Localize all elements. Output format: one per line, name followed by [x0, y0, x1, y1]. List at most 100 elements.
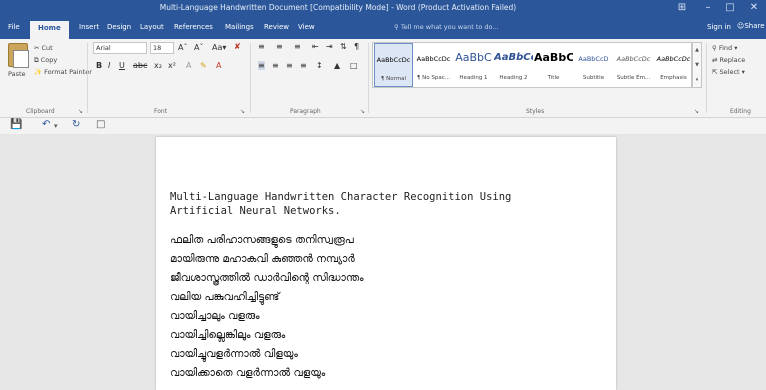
save-icon[interactable]: 💾 [10, 119, 22, 130]
format-painter-button[interactable]: ✨ Format Painter [34, 68, 92, 76]
ribbon-home: Paste ✂ Cut ⧉ Copy ✨ Format Painter Clip… [0, 39, 766, 118]
style-subtle-emphasis[interactable]: AaBbCcDc Subtle Em... [614, 43, 653, 87]
line-spacing-icon[interactable]: ↕ [316, 61, 323, 70]
maximize-button[interactable]: □ [722, 2, 738, 13]
styles-group-label: Styles [526, 108, 545, 115]
style-name: Heading 1 [459, 75, 488, 81]
copy-label: Copy [40, 56, 58, 64]
document-line: വായിച്ചാലും വളരും [170, 310, 260, 322]
editing-group-label: Editing [730, 108, 751, 115]
document-line: മായിരുന്നു മഹാകവി കുഞ്ഞൻ നമ്പ്യാർ [170, 253, 355, 265]
align-left-icon[interactable]: ≡ [258, 61, 265, 70]
close-button[interactable]: ✕ [746, 2, 762, 13]
share-button[interactable]: ☺Share [737, 22, 765, 30]
document-line: വായിച്ചില്ലെങ്കിലും വളരും [170, 329, 286, 341]
document-title: Multi-Language Handwritten Character Rec… [170, 191, 512, 217]
document-canvas: Multi-Language Handwritten Character Rec… [0, 134, 766, 390]
align-right-icon[interactable]: ≡ [286, 61, 293, 70]
quick-access-toolbar: 💾 ↶ ▾ ↻ □ [0, 118, 766, 134]
styles-launcher-icon[interactable]: ↘ [694, 108, 699, 115]
find-button[interactable]: ⚲ Find ▾ [712, 44, 738, 52]
highlight-icon[interactable]: ✎ [200, 61, 207, 70]
sign-in-link[interactable]: Sign in [707, 23, 731, 31]
document-page[interactable]: Multi-Language Handwritten Character Rec… [156, 137, 616, 390]
sort-icon[interactable]: ⇅ [340, 42, 347, 51]
undo-dropdown-icon[interactable]: ▾ [54, 122, 58, 130]
style-name: Title [547, 75, 560, 81]
style-sample: AaBbCcDc [416, 55, 451, 63]
style-heading-2[interactable]: AaBbCc Heading 2 [494, 43, 533, 87]
paragraph-launcher-icon[interactable]: ↘ [360, 108, 365, 115]
minimize-button[interactable]: – [700, 2, 716, 13]
copy-button[interactable]: ⧉ Copy [34, 56, 57, 65]
tab-insert[interactable]: Insert [79, 23, 99, 31]
group-divider [368, 43, 369, 113]
document-line: വായിക്കാതെ വളർന്നാൽ വളയും [170, 367, 326, 379]
style-name: ¶ Normal [380, 76, 407, 82]
change-case-icon[interactable]: Aa▾ [212, 43, 226, 52]
show-paragraph-marks-icon[interactable]: ¶ [354, 42, 359, 51]
style-sample: AaBbC [534, 51, 573, 64]
select-button[interactable]: ⇱ Select ▾ [712, 68, 745, 76]
underline-icon[interactable]: U [119, 61, 125, 70]
ribbon-tabs: File Home Insert Design Layout Reference… [0, 19, 766, 39]
style-emphasis[interactable]: AaBbCcDc Emphasis [654, 43, 693, 87]
tab-view[interactable]: View [298, 23, 315, 31]
find-label: Find [718, 44, 733, 52]
borders-icon[interactable]: □ [350, 61, 358, 70]
style-subtitle[interactable]: AaBbCcD Subtitle [574, 43, 613, 87]
style-sample: AaBbCc [494, 52, 533, 63]
replace-button[interactable]: ⇄ Replace [712, 56, 745, 64]
font-name-box[interactable]: Arial [93, 42, 147, 54]
decrease-indent-icon[interactable]: ⇤ [312, 42, 319, 51]
tab-references[interactable]: References [174, 23, 213, 31]
format-painter-label: Format Painter [44, 68, 92, 76]
paste-icon [8, 43, 29, 68]
undo-icon[interactable]: ↶ [42, 119, 50, 130]
superscript-icon[interactable]: x² [168, 61, 176, 70]
italic-icon[interactable]: I [108, 61, 110, 70]
style-sample: AaBbCcDc [376, 56, 411, 64]
align-center-icon[interactable]: ≡ [272, 61, 279, 70]
style-sample: AaBbC [455, 51, 492, 64]
bold-icon[interactable]: B [96, 61, 102, 70]
style-name: Heading 2 [499, 75, 528, 81]
clipboard-group-label: Clipboard [26, 108, 55, 115]
clear-formatting-icon[interactable]: ✘ [234, 42, 241, 51]
new-document-icon[interactable]: □ [96, 119, 105, 130]
justify-icon[interactable]: ≡ [300, 61, 307, 70]
font-launcher-icon[interactable]: ↘ [240, 108, 245, 115]
tab-mailings[interactable]: Mailings [225, 23, 254, 31]
strikethrough-icon[interactable]: abc [133, 61, 147, 70]
styles-scroll[interactable]: ▲ ▼ ▾ [692, 42, 702, 88]
tab-review[interactable]: Review [264, 23, 289, 31]
numbering-icon[interactable]: ≡ [276, 42, 283, 51]
shading-icon[interactable]: ▲ [334, 61, 340, 70]
subscript-icon[interactable]: x₂ [154, 61, 162, 70]
style-heading-1[interactable]: AaBbC Heading 1 [454, 43, 493, 87]
bullets-icon[interactable]: ≡ [258, 42, 265, 51]
grow-font-icon[interactable]: Aˆ [178, 43, 187, 52]
ribbon-display-options-icon[interactable]: ⊞ [674, 2, 690, 13]
multilevel-list-icon[interactable]: ≡ [294, 42, 301, 51]
redo-icon[interactable]: ↻ [72, 119, 80, 130]
tab-layout[interactable]: Layout [140, 23, 164, 31]
tab-design[interactable]: Design [107, 23, 131, 31]
font-color-icon[interactable]: A [216, 61, 221, 70]
increase-indent-icon[interactable]: ⇥ [326, 42, 333, 51]
clipboard-launcher-icon[interactable]: ↘ [78, 108, 83, 115]
style-title[interactable]: AaBbC Title [534, 43, 573, 87]
tab-file[interactable]: File [8, 23, 20, 31]
shrink-font-icon[interactable]: Aˇ [194, 43, 203, 52]
styles-gallery: AaBbCcDc ¶ Normal AaBbCcDc ¶ No Spac... … [372, 42, 692, 88]
document-line: ഫലിത പരിഹാസങ്ങളുടെ തനിസ്വരൂപ [170, 234, 354, 246]
cut-button[interactable]: ✂ Cut [34, 44, 53, 52]
font-size-box[interactable]: 18 [150, 42, 174, 54]
text-effects-icon[interactable]: A [186, 61, 191, 70]
tab-home[interactable]: Home [30, 21, 69, 39]
replace-label: Replace [719, 56, 746, 64]
style-name: ¶ No Spac... [416, 75, 451, 81]
tell-me-box[interactable]: ⚲ Tell me what you want to do... [394, 23, 499, 31]
style-normal[interactable]: AaBbCcDc ¶ Normal [374, 43, 413, 87]
style-no-spacing[interactable]: AaBbCcDc ¶ No Spac... [414, 43, 453, 87]
